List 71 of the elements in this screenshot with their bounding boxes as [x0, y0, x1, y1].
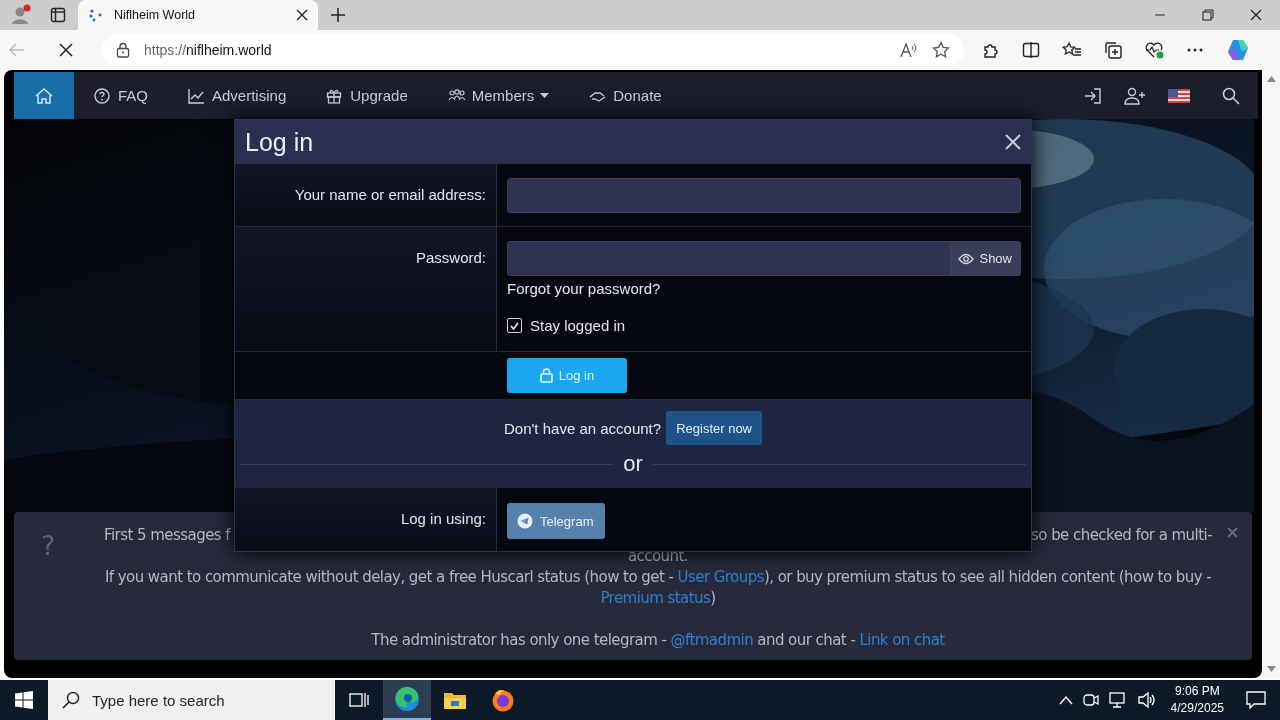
notice-text: so be checked for a multi-: [1030, 525, 1212, 546]
notifications-icon[interactable]: [1246, 691, 1266, 709]
loading-icon: [88, 7, 104, 23]
task-view-icon[interactable]: [349, 691, 369, 709]
address-bar[interactable]: https://niflheim.world: [102, 34, 964, 66]
home-tab[interactable]: [14, 72, 74, 119]
tab-title: Niflheim World: [114, 8, 197, 22]
question-mark-icon: ?: [41, 530, 56, 561]
scroll-up-icon[interactable]: [1266, 76, 1276, 82]
profile-icon[interactable]: [10, 4, 32, 26]
paper-plane-icon: [517, 513, 533, 529]
question-circle-icon: [94, 87, 112, 104]
search-icon[interactable]: [1222, 86, 1240, 105]
close-icon[interactable]: [296, 9, 308, 21]
register-button[interactable]: Register now: [666, 411, 762, 445]
lock-icon: [539, 368, 553, 383]
new-tab-icon[interactable]: [330, 7, 346, 23]
notice-text: The administrator has only one telegram - @ftmadmin and our chat - Link on chat: [371, 630, 945, 651]
check-icon: [510, 321, 519, 330]
field-label: Log in using:: [400, 510, 486, 527]
favorites-icon[interactable]: [1062, 41, 1082, 59]
notice-text: Premium status): [600, 588, 716, 609]
notice-text: First 5 messages f: [104, 525, 231, 546]
taskbar-search-field[interactable]: Type here to search: [48, 680, 335, 720]
scroll-down-icon[interactable]: [1266, 666, 1276, 672]
heart-pulse-icon[interactable]: [1144, 41, 1164, 59]
show-password-button[interactable]: Show: [950, 242, 1020, 275]
read-aloud-icon[interactable]: [900, 42, 918, 58]
close-icon[interactable]: [1250, 9, 1262, 21]
search-icon: [62, 691, 80, 709]
collections-icon[interactable]: [1104, 41, 1122, 59]
notice-text: account.: [627, 546, 689, 567]
notice-link[interactable]: Premium status: [600, 589, 711, 607]
nav-tab[interactable]: Upgrade: [306, 72, 428, 119]
stay-logged-in-checkbox[interactable]: Stay logged in: [507, 317, 1021, 334]
split-screen-icon[interactable]: [1022, 41, 1040, 59]
nav-tab[interactable]: Members: [427, 72, 570, 119]
clock[interactable]: 9:06 PM 4/29/2025: [1170, 683, 1224, 717]
register-prompt: Don't have an account?: [504, 419, 662, 437]
volume-icon[interactable]: [1136, 691, 1157, 709]
stop-icon[interactable]: [58, 42, 74, 58]
line-chart-icon: [188, 87, 206, 104]
chevron-up-icon[interactable]: [1058, 695, 1073, 705]
forgot-password-link[interactable]: Forgot your password?: [507, 280, 661, 297]
eye-icon: [958, 252, 975, 265]
telegram-button[interactable]: Telegram: [507, 503, 606, 539]
lock-icon: [116, 42, 130, 58]
nav-tab[interactable]: Donate: [569, 72, 682, 119]
network-icon[interactable]: [1108, 691, 1127, 709]
windows-icon[interactable]: [15, 691, 33, 709]
add-user-icon[interactable]: [1124, 86, 1146, 105]
divider-text: or: [623, 451, 643, 477]
browser-icon[interactable]: [394, 686, 420, 712]
restore-icon[interactable]: [1202, 9, 1214, 21]
browser-tab[interactable]: Niflheim World: [78, 0, 318, 30]
field-label: Password:: [415, 249, 486, 266]
star-icon[interactable]: [932, 41, 950, 59]
puzzle-icon[interactable]: [982, 41, 1000, 59]
login-icon[interactable]: [1084, 86, 1102, 105]
nav-tab[interactable]: Advertising: [168, 72, 307, 119]
tab-actions-icon[interactable]: [50, 7, 66, 23]
folder-icon[interactable]: [443, 690, 467, 710]
notice-text: If you want to communicate without delay, get a free Huscarl status (how to get - User Groups), or buy premium status to see all hidden content (how to buy -: [104, 567, 1212, 588]
dialog-title: Log in: [245, 127, 314, 157]
url-text: https://niflheim.world: [144, 42, 273, 58]
flag-icon[interactable]: [1168, 88, 1190, 103]
name-input-field[interactable]: [507, 178, 1021, 213]
home-icon: [34, 86, 54, 105]
field-label: Your name or email address:: [294, 186, 486, 203]
nav-tab[interactable]: FAQ: [74, 72, 168, 119]
password-input-field[interactable]: Show: [507, 241, 1021, 276]
